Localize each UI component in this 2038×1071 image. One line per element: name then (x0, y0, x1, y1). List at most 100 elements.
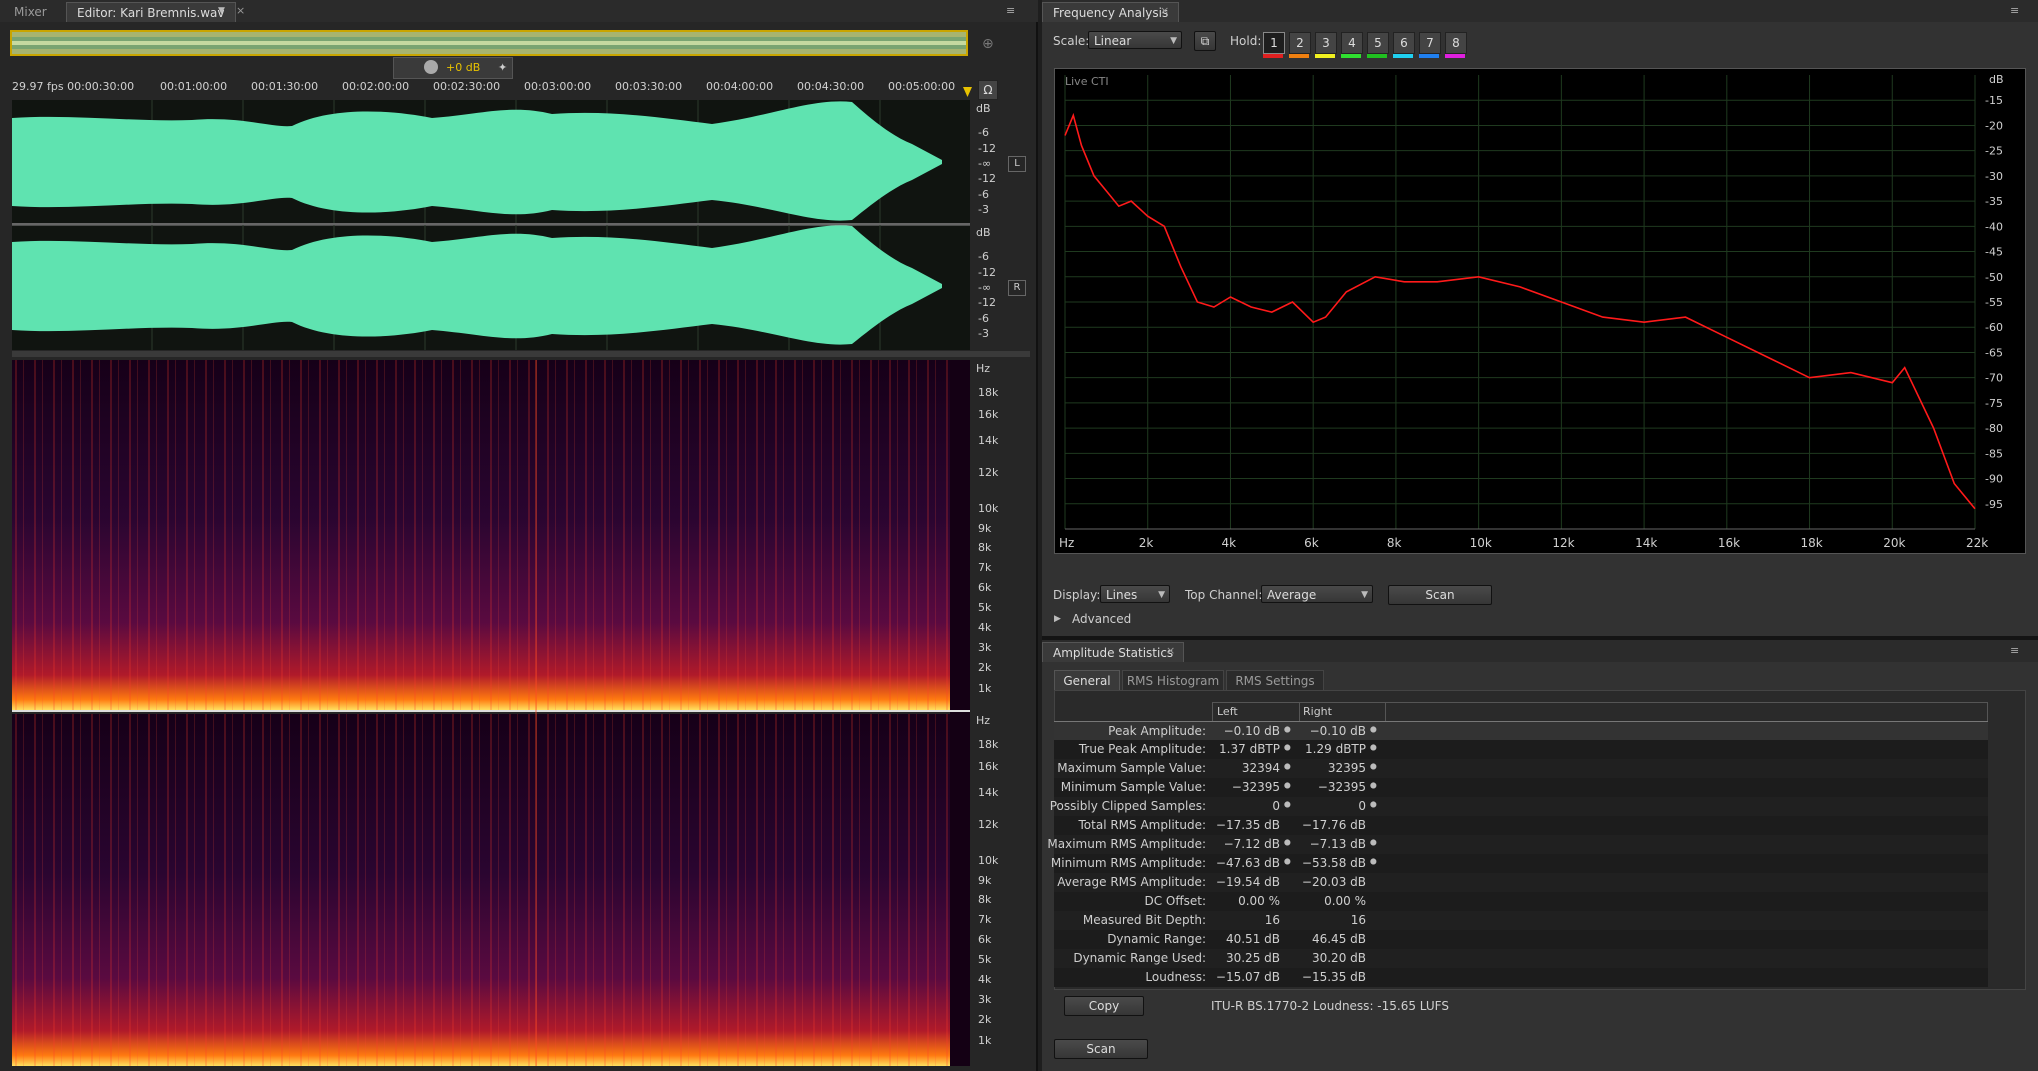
go-to-marker-icon[interactable]: ⬤ (1284, 858, 1291, 865)
chevron-down-icon: ▼ (1170, 36, 1177, 46)
stat-right-value[interactable]: 30.20 dB (1312, 951, 1366, 965)
stat-row: Peak Amplitude: −0.10 dB −0.10 dB ⬤ ⬤ (1054, 721, 1988, 741)
stat-left-value[interactable]: −7.12 dB (1224, 837, 1280, 851)
stats-tabbar: Amplitude Statistics × ≡ (1042, 640, 2038, 663)
stat-left-value[interactable]: −47.63 dB (1216, 856, 1280, 870)
stat-right-value[interactable]: −17.76 dB (1302, 818, 1366, 832)
stat-right-value[interactable]: −15.35 dB (1302, 970, 1366, 984)
tab-editor[interactable]: Editor: Kari Bremnis.wav (66, 2, 236, 23)
stat-label: Minimum Sample Value: (1060, 780, 1206, 794)
stat-left-value[interactable]: 0.00 % (1238, 894, 1280, 908)
headphones-icon[interactable]: Ω (978, 80, 998, 100)
view-splitter[interactable] (12, 351, 1030, 357)
go-to-marker-icon[interactable]: ⬤ (1370, 782, 1377, 789)
stats-subtab-general[interactable]: General (1054, 670, 1120, 691)
go-to-marker-icon[interactable]: ⬤ (1370, 858, 1377, 865)
close-icon[interactable]: × (236, 4, 245, 17)
stat-right-value[interactable]: 0 (1358, 799, 1366, 813)
stats-subtab-rms-histogram[interactable]: RMS Histogram (1122, 670, 1224, 691)
stat-left-value[interactable]: −17.35 dB (1216, 818, 1280, 832)
stat-left-value[interactable]: 40.51 dB (1226, 932, 1280, 946)
stat-right-value[interactable]: −20.03 dB (1302, 875, 1366, 889)
scale-dropdown[interactable]: Linear ▼ (1088, 31, 1182, 49)
stat-left-value[interactable]: 30.25 dB (1226, 951, 1280, 965)
hold-color-7 (1419, 54, 1439, 58)
tab-mixer[interactable]: Mixer (4, 2, 57, 22)
channel-right-button[interactable]: R (1008, 280, 1026, 296)
stat-left-value[interactable]: 32394 (1242, 761, 1280, 775)
display-dropdown[interactable]: Lines ▼ (1100, 585, 1170, 603)
hold-5-button[interactable]: 5 (1367, 32, 1389, 54)
go-to-marker-icon[interactable]: ⬤ (1284, 763, 1291, 770)
chevron-down-icon: ▼ (1158, 590, 1165, 600)
stat-right-value[interactable]: 32395 (1328, 761, 1366, 775)
spectrogram-display[interactable] (12, 360, 970, 1066)
tab-amplitude-statistics[interactable]: Amplitude Statistics (1042, 642, 1185, 663)
stat-row: Minimum RMS Amplitude: −47.63 dB −53.58 dB… (1051, 854, 1988, 873)
copy-graph-button[interactable]: ⧉ (1194, 31, 1216, 51)
y-unit-label: dB (1989, 73, 2004, 86)
go-to-marker-icon[interactable]: ⬤ (1370, 839, 1377, 846)
y-tick-label: -15 (1985, 94, 2003, 107)
zoom-icon[interactable]: ⊕ (982, 36, 994, 52)
stats-subtab-rms-settings[interactable]: RMS Settings (1226, 670, 1324, 691)
overview-strip[interactable] (10, 30, 968, 56)
hold-1-button[interactable]: 1 (1263, 32, 1285, 54)
go-to-marker-icon[interactable]: ⬤ (1284, 839, 1291, 846)
stat-left-value[interactable]: −19.54 dB (1216, 875, 1280, 889)
stat-right-value[interactable]: 1.29 dBTP (1305, 742, 1366, 756)
channel-left-button[interactable]: L (1008, 156, 1026, 172)
go-to-marker-icon[interactable]: ⬤ (1284, 726, 1291, 733)
expand-arrow-icon[interactable]: ▶ (1054, 614, 1061, 624)
hold-4-button[interactable]: 4 (1341, 32, 1363, 54)
stat-right-value[interactable]: 0.00 % (1324, 894, 1366, 908)
stats-copy-button[interactable]: Copy (1064, 996, 1144, 1016)
volume-readout[interactable]: +0 dB (446, 61, 480, 74)
close-icon[interactable]: × (1166, 644, 1175, 657)
go-to-marker-icon[interactable]: ⬤ (1370, 726, 1377, 733)
hold-2-button[interactable]: 2 (1289, 32, 1311, 54)
stat-right-value[interactable]: 16 (1351, 913, 1366, 927)
hud-volume[interactable]: +0 dB ✦ (393, 57, 513, 79)
timeline-ruler[interactable]: 29.97 fps 00:00:30:00 00:01:00:00 00:01:… (10, 78, 970, 98)
col-left-header: Left (1217, 705, 1238, 718)
panel-menu-icon[interactable]: ≡ (2010, 644, 2019, 657)
frequency-graph[interactable]: Live CTI Hz 2k 4k 6k 8k 10k 12k 14k 16k 18k 20k 22k… (1054, 68, 2026, 554)
stat-right-value[interactable]: −7.13 dB (1310, 837, 1366, 851)
hold-6-button[interactable]: 6 (1393, 32, 1415, 54)
go-to-marker-icon[interactable]: ⬤ (1284, 744, 1291, 751)
stat-left-value[interactable]: 16 (1265, 913, 1280, 927)
stat-left-value[interactable]: −0.10 dB (1224, 724, 1280, 738)
freq-scan-button[interactable]: Scan (1388, 585, 1492, 605)
stat-left-value[interactable]: 0 (1272, 799, 1280, 813)
close-icon[interactable]: × (1160, 4, 1169, 17)
go-to-marker-icon[interactable]: ⬤ (1284, 782, 1291, 789)
stat-label: Measured Bit Depth: (1082, 913, 1206, 927)
go-to-marker-icon[interactable]: ⬤ (1370, 763, 1377, 770)
advanced-toggle[interactable]: Advanced (1072, 612, 1131, 626)
go-to-marker-icon[interactable]: ⬤ (1370, 801, 1377, 808)
tab-frequency-analysis[interactable]: Frequency Analysis (1042, 2, 1180, 23)
chevron-down-icon[interactable]: ▼ (218, 6, 225, 16)
panel-menu-icon[interactable]: ≡ (1006, 4, 1015, 17)
volume-knob-icon[interactable] (424, 60, 438, 74)
hold-8-button[interactable]: 8 (1445, 32, 1467, 54)
hold-7-button[interactable]: 7 (1419, 32, 1441, 54)
stats-rows: Peak Amplitude: −0.10 dB −0.10 dB ⬤ ⬤ True Pe… (1047, 721, 1988, 987)
go-to-marker-icon[interactable]: ⬤ (1370, 744, 1377, 751)
pin-icon[interactable]: ✦ (498, 61, 507, 74)
stat-right-value[interactable]: −53.58 dB (1302, 856, 1366, 870)
stat-right-value[interactable]: 46.45 dB (1312, 932, 1366, 946)
stat-left-value[interactable]: −15.07 dB (1216, 970, 1280, 984)
stat-left-value[interactable]: −32395 (1232, 780, 1280, 794)
stat-right-value[interactable]: −0.10 dB (1310, 724, 1366, 738)
hold-color-6 (1393, 54, 1413, 58)
stats-scan-button[interactable]: Scan (1054, 1039, 1148, 1059)
hold-3-button[interactable]: 3 (1315, 32, 1337, 54)
top-channel-dropdown[interactable]: Average ▼ (1261, 585, 1373, 603)
panel-menu-icon[interactable]: ≡ (2010, 4, 2019, 17)
go-to-marker-icon[interactable]: ⬤ (1284, 801, 1291, 808)
stat-right-value[interactable]: −32395 (1318, 780, 1366, 794)
stat-left-value[interactable]: 1.37 dBTP (1219, 742, 1280, 756)
waveform-display[interactable] (12, 100, 970, 350)
